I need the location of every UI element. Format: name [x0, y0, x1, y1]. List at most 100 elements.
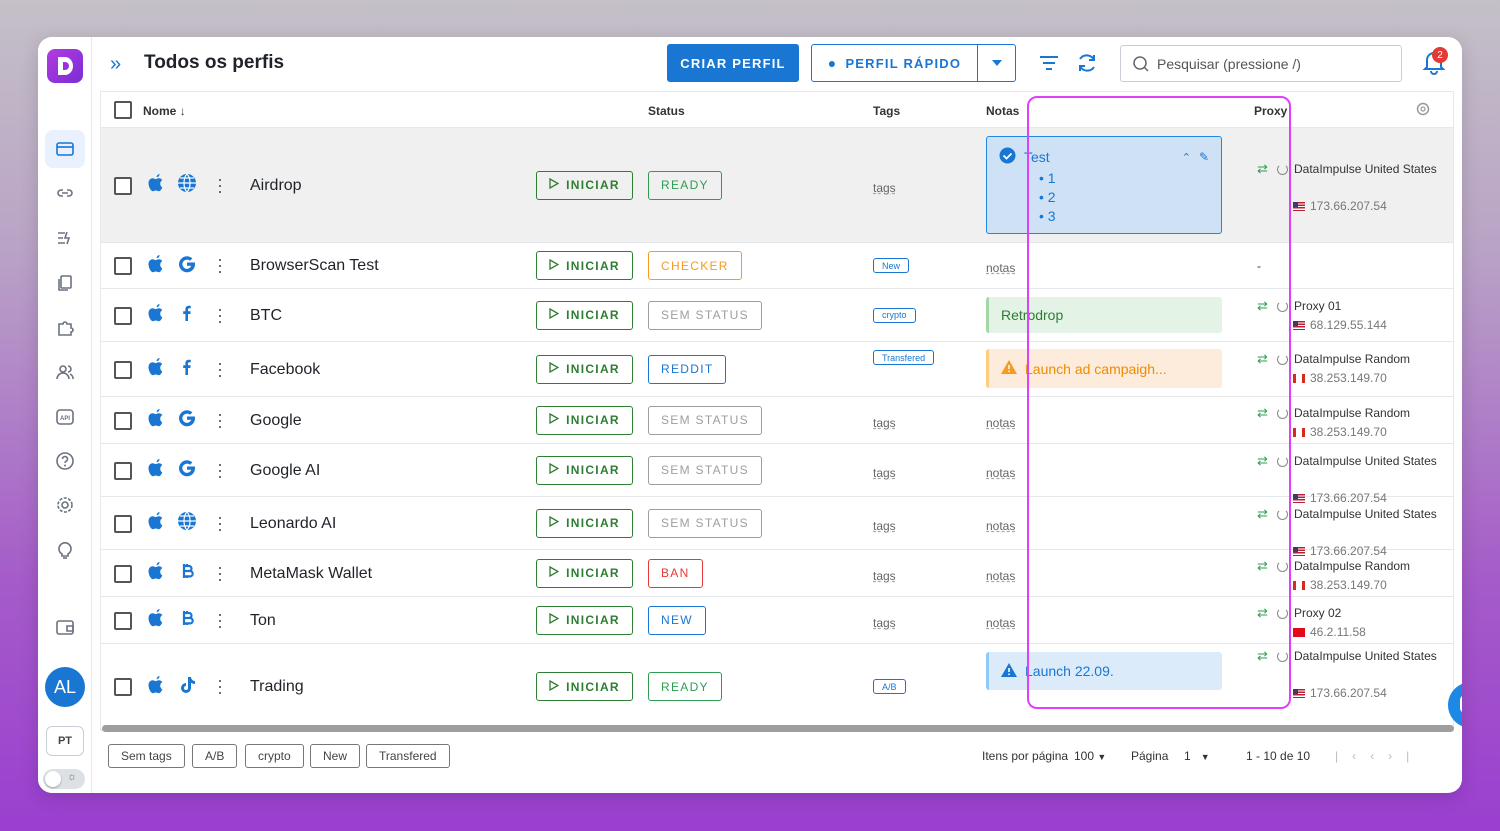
more-options-icon[interactable]: · · ·	[217, 455, 223, 485]
notes-placeholder[interactable]: notas	[986, 466, 1015, 480]
tag-chip[interactable]: New	[873, 258, 910, 273]
table-row[interactable]: · · · Airdrop INICIAR READY tags Test ⌃ ✎ • 1 •…	[101, 128, 1453, 243]
horizontal-scrollbar[interactable]	[102, 725, 1454, 732]
profile-name[interactable]: Ton	[250, 612, 276, 630]
tag-filter-chip[interactable]: New	[310, 744, 361, 768]
edit-icon[interactable]: ✎	[1199, 150, 1209, 164]
reload-proxy-icon[interactable]	[1277, 163, 1288, 175]
table-row[interactable]: · · · Facebook INICIAR REDDIT Transfered Launch…	[101, 342, 1453, 397]
browser-icon[interactable]	[45, 130, 85, 168]
search-box[interactable]	[1120, 45, 1402, 82]
more-options-icon[interactable]: · · ·	[217, 605, 223, 635]
tags-placeholder[interactable]: tags	[873, 466, 896, 480]
notes-placeholder[interactable]: notas	[986, 519, 1015, 533]
avatar[interactable]: AL	[45, 667, 85, 707]
table-row[interactable]: · · · Google AI INICIAR SEM STATUS tags notas ⇄…	[101, 444, 1453, 505]
copy-icon[interactable]	[45, 264, 85, 302]
swap-icon[interactable]: ⇄	[1257, 351, 1271, 367]
notes-placeholder[interactable]: notas	[986, 416, 1015, 430]
tag-filter-chip[interactable]: Sem tags	[108, 744, 185, 768]
status-badge[interactable]: NEW	[648, 605, 706, 635]
header-name[interactable]: Nome ↓	[143, 104, 186, 118]
link-icon[interactable]	[45, 174, 85, 212]
status-badge[interactable]: CHECKER	[648, 251, 742, 280]
row-checkbox[interactable]	[114, 360, 132, 379]
profile-name[interactable]: Trading	[250, 678, 304, 696]
per-page-select[interactable]: 100 ▼	[1074, 749, 1106, 763]
swap-icon[interactable]: ⇄	[1257, 506, 1271, 522]
select-all-checkbox[interactable]	[114, 101, 132, 119]
row-checkbox[interactable]	[114, 306, 132, 325]
more-options-icon[interactable]: · · ·	[217, 671, 223, 701]
row-checkbox[interactable]	[114, 257, 132, 275]
tag-filter-chip[interactable]: A/B	[192, 744, 238, 768]
proxy-cell[interactable]: ⇄ DataImpulse Random 38.253.149.70	[1257, 351, 1410, 385]
tags-placeholder[interactable]: tags	[873, 569, 896, 583]
status-badge[interactable]: READY	[648, 170, 722, 200]
proxy-cell[interactable]: ⇄ DataImpulse Random 38.253.149.70	[1257, 405, 1410, 439]
swap-icon[interactable]: ⇄	[1257, 558, 1271, 574]
tags-placeholder[interactable]: tags	[873, 616, 896, 630]
quick-profile-dropdown[interactable]	[977, 45, 1015, 81]
chevron-up-icon[interactable]: ⌃	[1182, 151, 1191, 164]
row-checkbox[interactable]	[114, 176, 132, 195]
puzzle-icon[interactable]	[45, 308, 85, 346]
row-checkbox[interactable]	[114, 611, 132, 630]
start-button[interactable]: INICIAR	[536, 170, 633, 200]
notes-placeholder[interactable]: notas	[986, 569, 1015, 583]
notes-placeholder[interactable]: notas	[986, 616, 1015, 630]
swap-icon[interactable]: ⇄	[1257, 298, 1271, 314]
more-options-icon[interactable]: · · ·	[217, 170, 223, 200]
tag-chip[interactable]: Transfered	[873, 350, 935, 365]
table-row[interactable]: · · · MetaMask Wallet INICIAR BAN tags notas ⇄ D…	[101, 550, 1453, 597]
refresh-icon[interactable]	[1075, 51, 1099, 75]
expand-sidebar-icon[interactable]: »	[110, 53, 121, 76]
theme-toggle[interactable]: ☼	[43, 769, 85, 789]
more-options-icon[interactable]: · · ·	[217, 354, 223, 384]
row-checkbox[interactable]	[114, 514, 132, 533]
swap-icon[interactable]: ⇄	[1257, 405, 1271, 421]
profile-name[interactable]: Google	[250, 412, 302, 430]
swap-icon[interactable]: ⇄	[1257, 605, 1271, 621]
proxy-cell[interactable]: ⇄ DataImpulse United States 173.66.207.54	[1257, 648, 1437, 700]
tag-chip[interactable]: crypto	[873, 307, 916, 323]
profile-name[interactable]: Facebook	[250, 361, 320, 379]
tag-filter-chip[interactable]: Transfered	[366, 744, 450, 768]
start-button[interactable]: INICIAR	[536, 605, 633, 635]
search-input[interactable]	[1157, 55, 1387, 72]
status-badge[interactable]: SEM STATUS	[648, 300, 762, 330]
proxy-cell[interactable]: ⇄ DataImpulse United States 173.66.207.54	[1257, 161, 1437, 213]
automation-icon[interactable]	[45, 219, 85, 257]
table-row[interactable]: · · · Ton INICIAR NEW tags notas ⇄ Proxy 02 46.2…	[101, 597, 1453, 644]
proxy-cell[interactable]: ⇄ Proxy 01 68.129.55.144	[1257, 298, 1387, 332]
settings-icon[interactable]	[45, 486, 85, 524]
note-card[interactable]: Launch ad campaigh...	[986, 349, 1222, 388]
page-select[interactable]: 1 ▼	[1184, 749, 1210, 763]
more-options-icon[interactable]: · · ·	[217, 558, 223, 588]
note-card[interactable]: Test ⌃ ✎ • 1 • 2 • 3	[986, 136, 1222, 234]
tags-placeholder[interactable]: tags	[873, 519, 896, 533]
start-button[interactable]: INICIAR	[536, 558, 633, 588]
reload-proxy-icon[interactable]	[1277, 650, 1288, 662]
swap-icon[interactable]: ⇄	[1257, 453, 1271, 469]
column-settings-icon[interactable]	[1415, 101, 1431, 120]
tag-chip[interactable]: A/B	[873, 679, 906, 694]
row-checkbox[interactable]	[114, 411, 132, 430]
row-checkbox[interactable]	[114, 461, 132, 480]
status-badge[interactable]: BAN	[648, 558, 703, 588]
start-button[interactable]: INICIAR	[536, 251, 633, 280]
filter-icon[interactable]	[1037, 51, 1061, 75]
wallet-icon[interactable]	[45, 608, 85, 646]
start-button[interactable]: INICIAR	[536, 455, 633, 485]
note-card[interactable]: Launch 22.09.	[986, 652, 1222, 690]
more-options-icon[interactable]: · · ·	[217, 508, 223, 538]
profile-name[interactable]: BrowserScan Test	[250, 257, 379, 275]
start-button[interactable]: INICIAR	[536, 300, 633, 330]
app-logo[interactable]	[47, 49, 83, 83]
language-button[interactable]: PT	[46, 726, 84, 756]
tag-filter-chip[interactable]: crypto	[245, 744, 304, 768]
reload-proxy-icon[interactable]	[1277, 407, 1288, 419]
start-button[interactable]: INICIAR	[536, 508, 633, 538]
table-row[interactable]: · · · BrowserScan Test INICIAR CHECKER New nota…	[101, 243, 1453, 289]
create-profile-button[interactable]: CRIAR PERFIL	[667, 44, 799, 82]
